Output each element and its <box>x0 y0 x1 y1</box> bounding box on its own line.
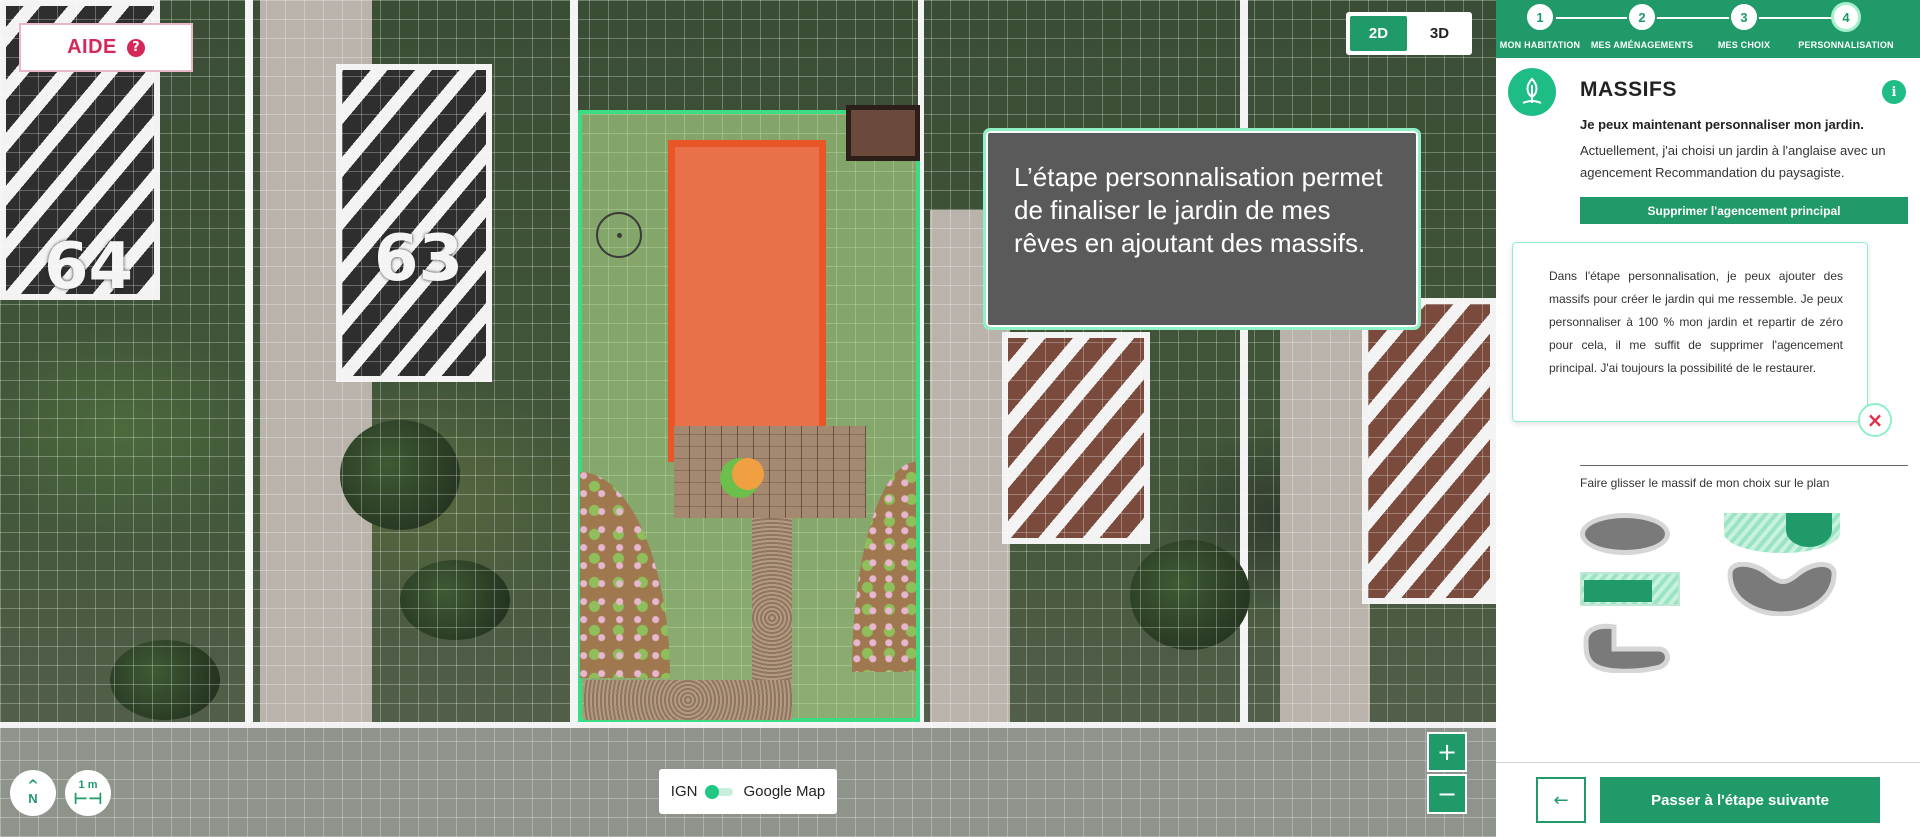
person-icon <box>732 458 764 490</box>
map-source-toggle[interactable] <box>705 784 734 799</box>
map-source-switch: IGN Google Map <box>659 769 837 814</box>
close-icon[interactable]: × <box>1858 403 1892 437</box>
bed-shape-oval[interactable] <box>1580 513 1670 555</box>
lot-number: 63 <box>374 222 464 296</box>
back-button[interactable]: ← <box>1536 777 1586 823</box>
compass-button[interactable]: ^ N <box>10 770 56 816</box>
terrace[interactable] <box>674 426 866 518</box>
bed-shape-fill <box>1584 580 1652 602</box>
compass-label: N <box>28 791 38 806</box>
property-wall <box>570 0 578 730</box>
step-label: MON HABITATION <box>1499 40 1581 50</box>
intro-text: Actuellement, j'ai choisi un jardin à l'… <box>1580 143 1886 180</box>
intro-heading: Je peux maintenant personnaliser mon jar… <box>1580 117 1864 132</box>
bed-shape-rectangle[interactable] <box>1580 572 1680 606</box>
side-panel: 1 MON HABITATION 2 MES AMÉNAGEMENTS 3 ME… <box>1496 0 1920 837</box>
tree <box>1130 540 1250 650</box>
tree-icon-svg <box>1522 77 1542 104</box>
zoom-in-button[interactable]: + <box>1427 732 1467 772</box>
step-personnalisation[interactable]: 4 PERSONNALISATION <box>1794 0 1898 50</box>
help-label: AIDE <box>67 36 117 58</box>
step-number[interactable]: 3 <box>1729 2 1759 32</box>
map-source-google[interactable]: Google Map <box>743 783 825 800</box>
progress-stepper: 1 MON HABITATION 2 MES AMÉNAGEMENTS 3 ME… <box>1496 0 1920 58</box>
corner-shape-svg <box>1583 623 1670 674</box>
driveway <box>1280 330 1370 730</box>
pool[interactable] <box>668 140 826 462</box>
tree <box>340 420 460 530</box>
section-title: MASSIFS <box>1580 78 1677 101</box>
zoom-out-button[interactable]: − <box>1427 774 1467 814</box>
garden-map[interactable]: 64 63 <box>0 0 1496 837</box>
scale-button[interactable]: 1 m ⊢⊣ <box>65 770 111 816</box>
lot-number: 64 <box>44 230 134 304</box>
info-icon[interactable]: i <box>1882 80 1906 104</box>
tree-icon <box>1508 68 1556 116</box>
tree <box>400 560 510 640</box>
delete-layout-button[interactable]: Supprimer l'agencement principal <box>1580 197 1908 224</box>
step-mes-choix[interactable]: 3 MES CHOIX <box>1692 0 1796 50</box>
info-bubble: L’étape personnalisation permet de final… <box>983 128 1421 330</box>
bed-shape-kidney[interactable] <box>1724 561 1840 617</box>
tip-text: Dans l'étape personnalisation, je peux a… <box>1549 269 1843 375</box>
help-button[interactable]: AIDE ? <box>19 23 193 72</box>
step-label: PERSONNALISATION <box>1798 40 1894 50</box>
property-wall <box>245 0 253 730</box>
step-number[interactable]: 4 <box>1831 2 1861 32</box>
step-number[interactable]: 2 <box>1627 2 1657 32</box>
view-3d-option[interactable]: 3D <box>1411 16 1468 51</box>
gravel-path[interactable] <box>584 680 792 720</box>
bed-shape-corner[interactable] <box>1580 623 1672 674</box>
tree <box>110 640 220 720</box>
step-number[interactable]: 1 <box>1525 2 1555 32</box>
step-mon-habitation[interactable]: 1 MON HABITATION <box>1488 0 1592 50</box>
tip-box: Dans l'étape personnalisation, je peux a… <box>1512 242 1868 422</box>
bed-shape-fill <box>1786 513 1832 547</box>
bed-shape-half-round[interactable] <box>1724 513 1840 553</box>
next-step-button[interactable]: Passer à l'étape suivante <box>1600 777 1880 823</box>
neighbor-roof <box>1002 332 1150 544</box>
question-circle-icon: ? <box>126 38 145 57</box>
view-mode-toggle[interactable]: 2D 3D <box>1346 12 1472 55</box>
drag-hint: Faire glisser le massif de mon choix sur… <box>1580 476 1830 490</box>
divider <box>1580 465 1908 466</box>
sun-position-icon[interactable] <box>596 212 642 258</box>
step-label: MES CHOIX <box>1717 40 1771 50</box>
garden-shed[interactable] <box>846 105 920 161</box>
map-source-ign[interactable]: IGN <box>671 783 698 800</box>
step-mes-amenagements[interactable]: 2 MES AMÉNAGEMENTS <box>1590 0 1694 50</box>
scale-bar-icon: ⊢⊣ <box>73 788 103 808</box>
step-label: MES AMÉNAGEMENTS <box>1590 40 1694 50</box>
neighbor-roof <box>1362 298 1496 604</box>
info-bubble-text: L’étape personnalisation permet de final… <box>1014 162 1383 258</box>
footer-divider <box>1496 762 1920 763</box>
kidney-shape-svg <box>1727 561 1837 617</box>
view-2d-option[interactable]: 2D <box>1350 16 1407 51</box>
